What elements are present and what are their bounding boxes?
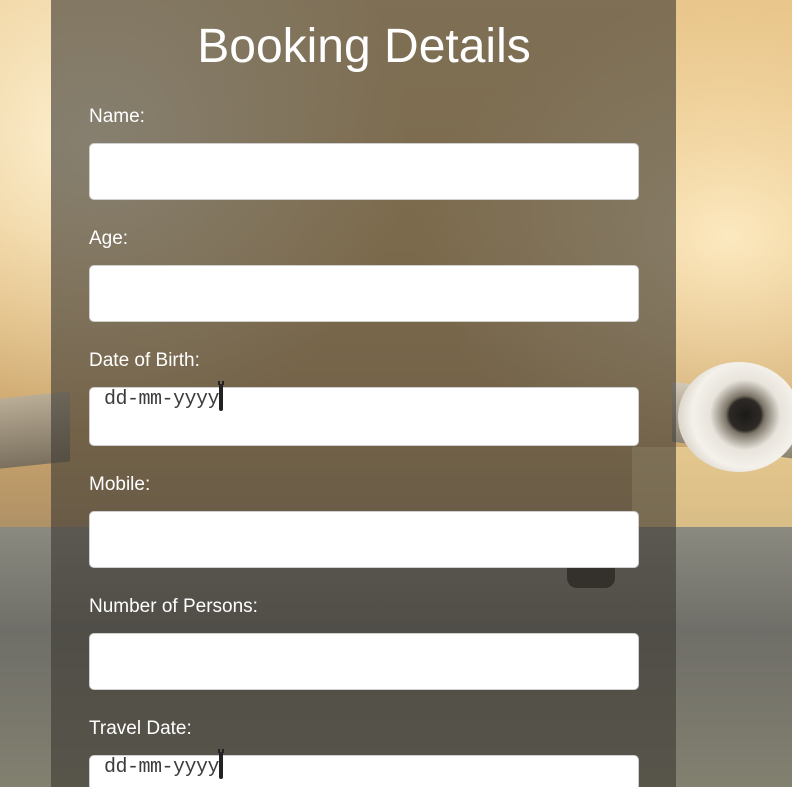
booking-form-panel: Booking Details Name: Age: Date of Birth… [51, 0, 676, 787]
travel-date-input[interactable]: dd-mm-yyyy [89, 752, 639, 787]
age-label: Age: [89, 228, 129, 249]
dob-field-group: Date of Birth: dd-mm-yyyy [89, 350, 639, 446]
persons-input[interactable] [89, 633, 639, 690]
background-engine [678, 362, 792, 472]
age-field-group: Age: [89, 228, 639, 322]
name-field-group: Name: [89, 106, 639, 200]
travel-date-placeholder: dd-mm-yyyy [104, 756, 220, 779]
travel-date-field-group: Travel Date: dd-mm-yyyy [89, 718, 639, 787]
persons-field-group: Number of Persons: [89, 596, 639, 690]
mobile-input[interactable] [89, 511, 639, 568]
name-input[interactable] [89, 143, 639, 200]
booking-form: Booking Details Name: Age: Date of Birth… [89, 0, 639, 787]
age-input[interactable] [89, 265, 639, 322]
dob-label: Date of Birth: [89, 350, 200, 371]
page-title: Booking Details [197, 20, 531, 73]
dob-placeholder: dd-mm-yyyy [104, 388, 220, 411]
travel-date-label: Travel Date: [89, 718, 192, 739]
mobile-field-group: Mobile: [89, 474, 639, 568]
persons-label: Number of Persons: [89, 596, 258, 617]
dob-date-input[interactable]: dd-mm-yyyy [89, 384, 639, 446]
name-label: Name: [89, 106, 145, 127]
calendar-icon[interactable] [219, 752, 224, 779]
mobile-label: Mobile: [89, 474, 151, 495]
calendar-icon[interactable] [219, 384, 224, 411]
